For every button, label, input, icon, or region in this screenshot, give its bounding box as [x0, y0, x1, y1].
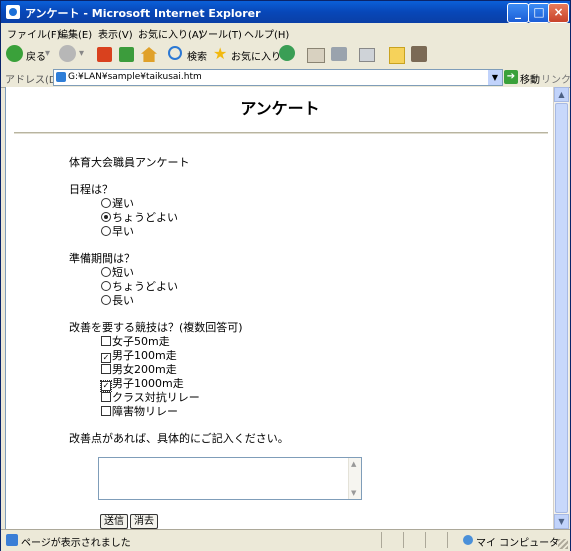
stop-icon[interactable]: [97, 47, 112, 62]
page-content: アンケート 体育大会職員アンケート 日程は？ 遅い ちょうどよい 早い 準備期間…: [5, 87, 554, 529]
address-dropdown-icon[interactable]: ▼: [488, 70, 502, 85]
page-scrollbar[interactable]: ▲ ▼: [553, 87, 569, 529]
minimize-button[interactable]: _: [507, 3, 529, 23]
menu-help[interactable]: ヘルプ(H): [244, 26, 289, 41]
messenger-icon[interactable]: [411, 46, 427, 62]
divider: [14, 132, 548, 134]
page-done-icon: [6, 534, 18, 546]
close-button[interactable]: ×: [548, 3, 569, 23]
search-label[interactable]: 検索: [187, 48, 207, 63]
ie-app-icon: [6, 5, 20, 19]
status-divider: [381, 532, 382, 548]
scroll-down-icon[interactable]: ▼: [554, 514, 569, 529]
status-divider: [447, 532, 448, 548]
search-icon[interactable]: [168, 46, 182, 60]
menu-view[interactable]: 表示(V): [98, 26, 133, 41]
back-dropdown-icon[interactable]: ▾: [45, 48, 50, 59]
window-title: アンケート - Microsoft Internet Explorer: [25, 7, 261, 20]
menu-favorites[interactable]: お気に入り(A): [138, 26, 203, 41]
status-text: ページが表示されました: [21, 538, 131, 549]
go-button[interactable]: 移動: [520, 71, 540, 86]
refresh-icon[interactable]: [119, 47, 134, 62]
menu-edit[interactable]: 編集(E): [58, 26, 92, 41]
back-icon[interactable]: [6, 45, 23, 62]
textarea-scroll-down-icon[interactable]: ▼: [351, 489, 356, 497]
textarea-scroll-up-icon[interactable]: ▲: [351, 460, 356, 468]
comment-textarea[interactable]: ▲ ▼: [98, 457, 362, 500]
forward-icon[interactable]: [59, 45, 76, 62]
links-label[interactable]: リンク: [541, 71, 571, 86]
scroll-up-icon[interactable]: ▲: [554, 87, 569, 102]
q1-radio-0[interactable]: [101, 198, 111, 208]
scroll-thumb[interactable]: [555, 103, 568, 513]
q2-radio-1[interactable]: [101, 281, 111, 291]
q3-checkbox-2[interactable]: [101, 364, 111, 374]
page-title: アンケート: [240, 99, 320, 118]
textarea-scrollbar[interactable]: ▲ ▼: [348, 458, 361, 499]
submit-button[interactable]: 送信: [100, 514, 128, 529]
browser-window: アンケート - Microsoft Internet Explorer _ □ …: [0, 0, 571, 551]
address-url[interactable]: G:¥LAN¥sample¥taikusai.htm: [68, 72, 202, 82]
favorites-star-icon[interactable]: ★: [213, 44, 227, 63]
edit-icon[interactable]: [359, 48, 375, 62]
security-zone: マイ コンピュータ: [476, 538, 560, 549]
go-arrow-icon[interactable]: ➔: [504, 70, 518, 84]
page-icon: [56, 72, 66, 82]
q2-option-2[interactable]: 長い: [101, 292, 134, 308]
maximize-button[interactable]: □: [528, 3, 550, 23]
q2-radio-2[interactable]: [101, 295, 111, 305]
print-icon[interactable]: [331, 47, 347, 61]
home-icon[interactable]: [141, 47, 157, 62]
note-icon[interactable]: [389, 47, 405, 64]
q2-radio-0[interactable]: [101, 267, 111, 277]
menu-tools[interactable]: ツール(T): [198, 26, 242, 41]
q1-radio-1[interactable]: [101, 212, 111, 222]
menu-bar: ファイル(F) 編集(E) 表示(V) お気に入り(A) ツール(T) ヘルプ(…: [1, 23, 570, 60]
toolbar: 戻る ▾ ▾ 検索 ★ お気に入り: [1, 41, 570, 68]
status-divider: [403, 532, 404, 548]
comment-prompt: 改善点があれば、具体的にご記入ください。: [69, 432, 289, 445]
q3-option-5[interactable]: 障害物リレー: [101, 403, 178, 419]
q3-checkbox-4[interactable]: [101, 392, 111, 402]
back-label[interactable]: 戻る: [26, 48, 46, 63]
mail-icon[interactable]: [307, 48, 325, 63]
forward-dropdown-icon[interactable]: ▾: [79, 48, 84, 59]
status-divider: [425, 532, 426, 548]
favorites-label[interactable]: お気に入り: [231, 48, 281, 63]
survey-intro: 体育大会職員アンケート: [69, 156, 190, 169]
q3-checkbox-5[interactable]: [101, 406, 111, 416]
q1-option-2[interactable]: 早い: [101, 223, 134, 239]
address-input[interactable]: G:¥LAN¥sample¥taikusai.htm ▼: [53, 69, 503, 86]
address-bar: アドレス(D) G:¥LAN¥sample¥taikusai.htm ▼ ➔ 移…: [1, 67, 571, 88]
reset-button[interactable]: 消去: [130, 514, 158, 529]
q3-checkbox-0[interactable]: [101, 336, 111, 346]
status-bar: ページが表示されました マイ コンピュータ: [1, 529, 570, 551]
menu-file[interactable]: ファイル(F): [7, 26, 61, 41]
history-icon[interactable]: [279, 45, 295, 61]
my-computer-icon: [463, 535, 473, 545]
q1-radio-2[interactable]: [101, 226, 111, 236]
title-bar[interactable]: アンケート - Microsoft Internet Explorer _ □ …: [1, 1, 570, 23]
resize-grip-icon[interactable]: [558, 539, 568, 549]
